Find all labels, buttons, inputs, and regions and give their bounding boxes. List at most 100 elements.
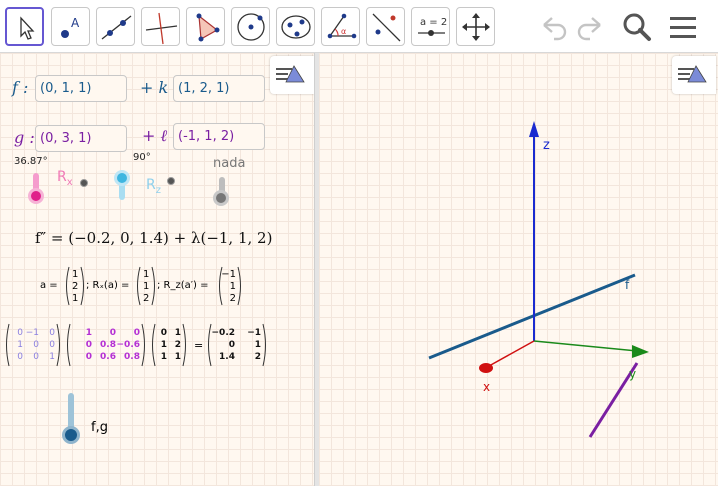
- y-axis-label: y: [629, 367, 636, 381]
- polygon-tool-button[interactable]: [186, 7, 225, 46]
- matrix-entry: 1: [161, 340, 167, 350]
- vector-entry: 1: [143, 281, 149, 292]
- rz-point[interactable]: [167, 177, 175, 185]
- line-tool-button[interactable]: [96, 7, 135, 46]
- matrix-bracket: [182, 323, 186, 367]
- toolbar: A α a = 2: [0, 0, 718, 53]
- undo-button[interactable]: [534, 8, 572, 46]
- y-axis: [533, 340, 638, 352]
- point-tool-button[interactable]: A: [51, 7, 90, 46]
- circle-tool-button[interactable]: [231, 7, 270, 46]
- move-tool-button[interactable]: [5, 7, 44, 46]
- g-point-input[interactable]: (0, 3, 1): [35, 125, 127, 152]
- matrix-bracket: [152, 323, 156, 367]
- conic-tool-button[interactable]: [276, 7, 315, 46]
- vector-entry: 2: [143, 293, 149, 304]
- search-icon: [623, 13, 651, 41]
- redo-button[interactable]: [572, 8, 610, 46]
- rx-slider-knob[interactable]: [28, 188, 44, 204]
- x-axis-label: x: [483, 380, 490, 394]
- matrix-bracket: [141, 323, 145, 367]
- nada-label: nada: [213, 156, 246, 171]
- a-vector: 1 2 1: [66, 266, 84, 306]
- menu-button[interactable]: [665, 8, 703, 46]
- redo-icon: [577, 17, 601, 41]
- vector-entry: 2: [72, 281, 78, 292]
- vector-entry: 1: [230, 281, 236, 292]
- nada-slider-knob[interactable]: [213, 190, 229, 206]
- line-f-label: f: [625, 278, 630, 292]
- matrix-bracket: [56, 323, 60, 367]
- matrix-entry: 2: [255, 352, 261, 362]
- slider-tool-button[interactable]: a = 2: [411, 7, 450, 46]
- rx-point[interactable]: [80, 179, 88, 187]
- matrix-bracket: [6, 323, 10, 367]
- g-label: g :: [14, 128, 35, 147]
- matrix-entry: 0: [161, 328, 167, 338]
- matrix-entry: 0: [33, 352, 39, 362]
- angle-tool-button[interactable]: α: [321, 7, 360, 46]
- matrix-entry: 0.8: [124, 352, 140, 362]
- matrix-entry: 1: [49, 352, 55, 362]
- cursor-arrow-icon: [20, 16, 35, 40]
- z-axis-label: z: [543, 138, 550, 153]
- reflect-icon: [372, 13, 401, 42]
- fg-label: f,g: [91, 420, 108, 435]
- matrix-entry: −1: [26, 328, 39, 338]
- vector-entry: −1: [221, 269, 236, 280]
- matrix-entry: 1: [17, 340, 23, 350]
- a-label: a =: [40, 280, 58, 291]
- matrix-entry: 0: [229, 340, 235, 350]
- g-direction-input[interactable]: (-1, 1, 2): [173, 123, 265, 150]
- matrix-entry: 1.4: [219, 352, 235, 362]
- f-label: f :: [12, 78, 29, 97]
- svg-text:A: A: [71, 16, 80, 30]
- search-button[interactable]: [618, 8, 656, 46]
- move-arrows-icon: [462, 13, 490, 41]
- reflect-tool-button[interactable]: [366, 7, 405, 46]
- g-param-label: + ℓ: [142, 126, 168, 145]
- matrix-entry: 0.8: [100, 340, 116, 350]
- undo-icon: [543, 17, 567, 41]
- matrix-entry: −0.6: [117, 340, 140, 350]
- algebra-style-bar-button[interactable]: [270, 56, 314, 94]
- matrix-entry: 1: [255, 340, 261, 350]
- slider-icon: a = 2: [418, 17, 447, 36]
- f-point-input[interactable]: (0, 1, 1): [35, 75, 127, 102]
- matrix-entry: 0: [86, 340, 92, 350]
- matrix-entry: 0.6: [100, 352, 116, 362]
- matrix-product: 0 −1 01 0 00 0 11 0 00 0.8 −0.60 0.6 0.80 11 21 1=−0.2−…: [6, 323, 266, 367]
- graphics-3d-view: z x y f: [319, 53, 718, 486]
- vector-entry: 1: [72, 269, 78, 280]
- svg-text:a = 2: a = 2: [420, 17, 447, 28]
- fg-slider-knob[interactable]: [62, 426, 80, 444]
- perpendicular-line-icon: [145, 12, 178, 45]
- f-direction-input[interactable]: (1, 2, 1): [173, 75, 265, 102]
- matrix-bracket: [67, 323, 71, 367]
- perpendicular-tool-button[interactable]: [141, 7, 180, 46]
- vector-entry: 2: [230, 293, 236, 304]
- y-axis-arrow: [632, 345, 649, 358]
- rz-slider-knob[interactable]: [114, 170, 130, 186]
- line-icon: [101, 15, 132, 40]
- matrix-entry: −0.2: [212, 328, 235, 338]
- vector-entry: 1: [72, 293, 78, 304]
- algebra-view: f : (0, 1, 1) + k (1, 2, 1) g : (0, 3, 1…: [0, 53, 314, 486]
- z-axis-arrow: [529, 121, 539, 137]
- matrix-entry: 0: [49, 328, 55, 338]
- move-view-tool-button[interactable]: [456, 7, 495, 46]
- matrix-entry: 1: [86, 328, 92, 338]
- 3d-scene[interactable]: z x y f: [319, 53, 718, 486]
- matrix-entry: 0: [17, 328, 23, 338]
- matrix-entry: 0: [86, 352, 92, 362]
- rx-label: Rx: [57, 169, 73, 188]
- line-f[interactable]: [428, 273, 636, 360]
- circle-icon: [237, 13, 265, 41]
- triangle-icon: [196, 13, 220, 42]
- rx-slider-value: 36.87°: [14, 156, 48, 167]
- svg-text:α: α: [341, 27, 346, 36]
- x-axis-arrow: [479, 363, 493, 373]
- f-double-prime-equation: f″ = (−0.2, 0, 1.4) + λ(−1, 1, 2): [35, 229, 273, 247]
- angle-icon: α: [327, 13, 357, 39]
- rz-of-a-prime-vector: −1 1 2: [219, 266, 241, 306]
